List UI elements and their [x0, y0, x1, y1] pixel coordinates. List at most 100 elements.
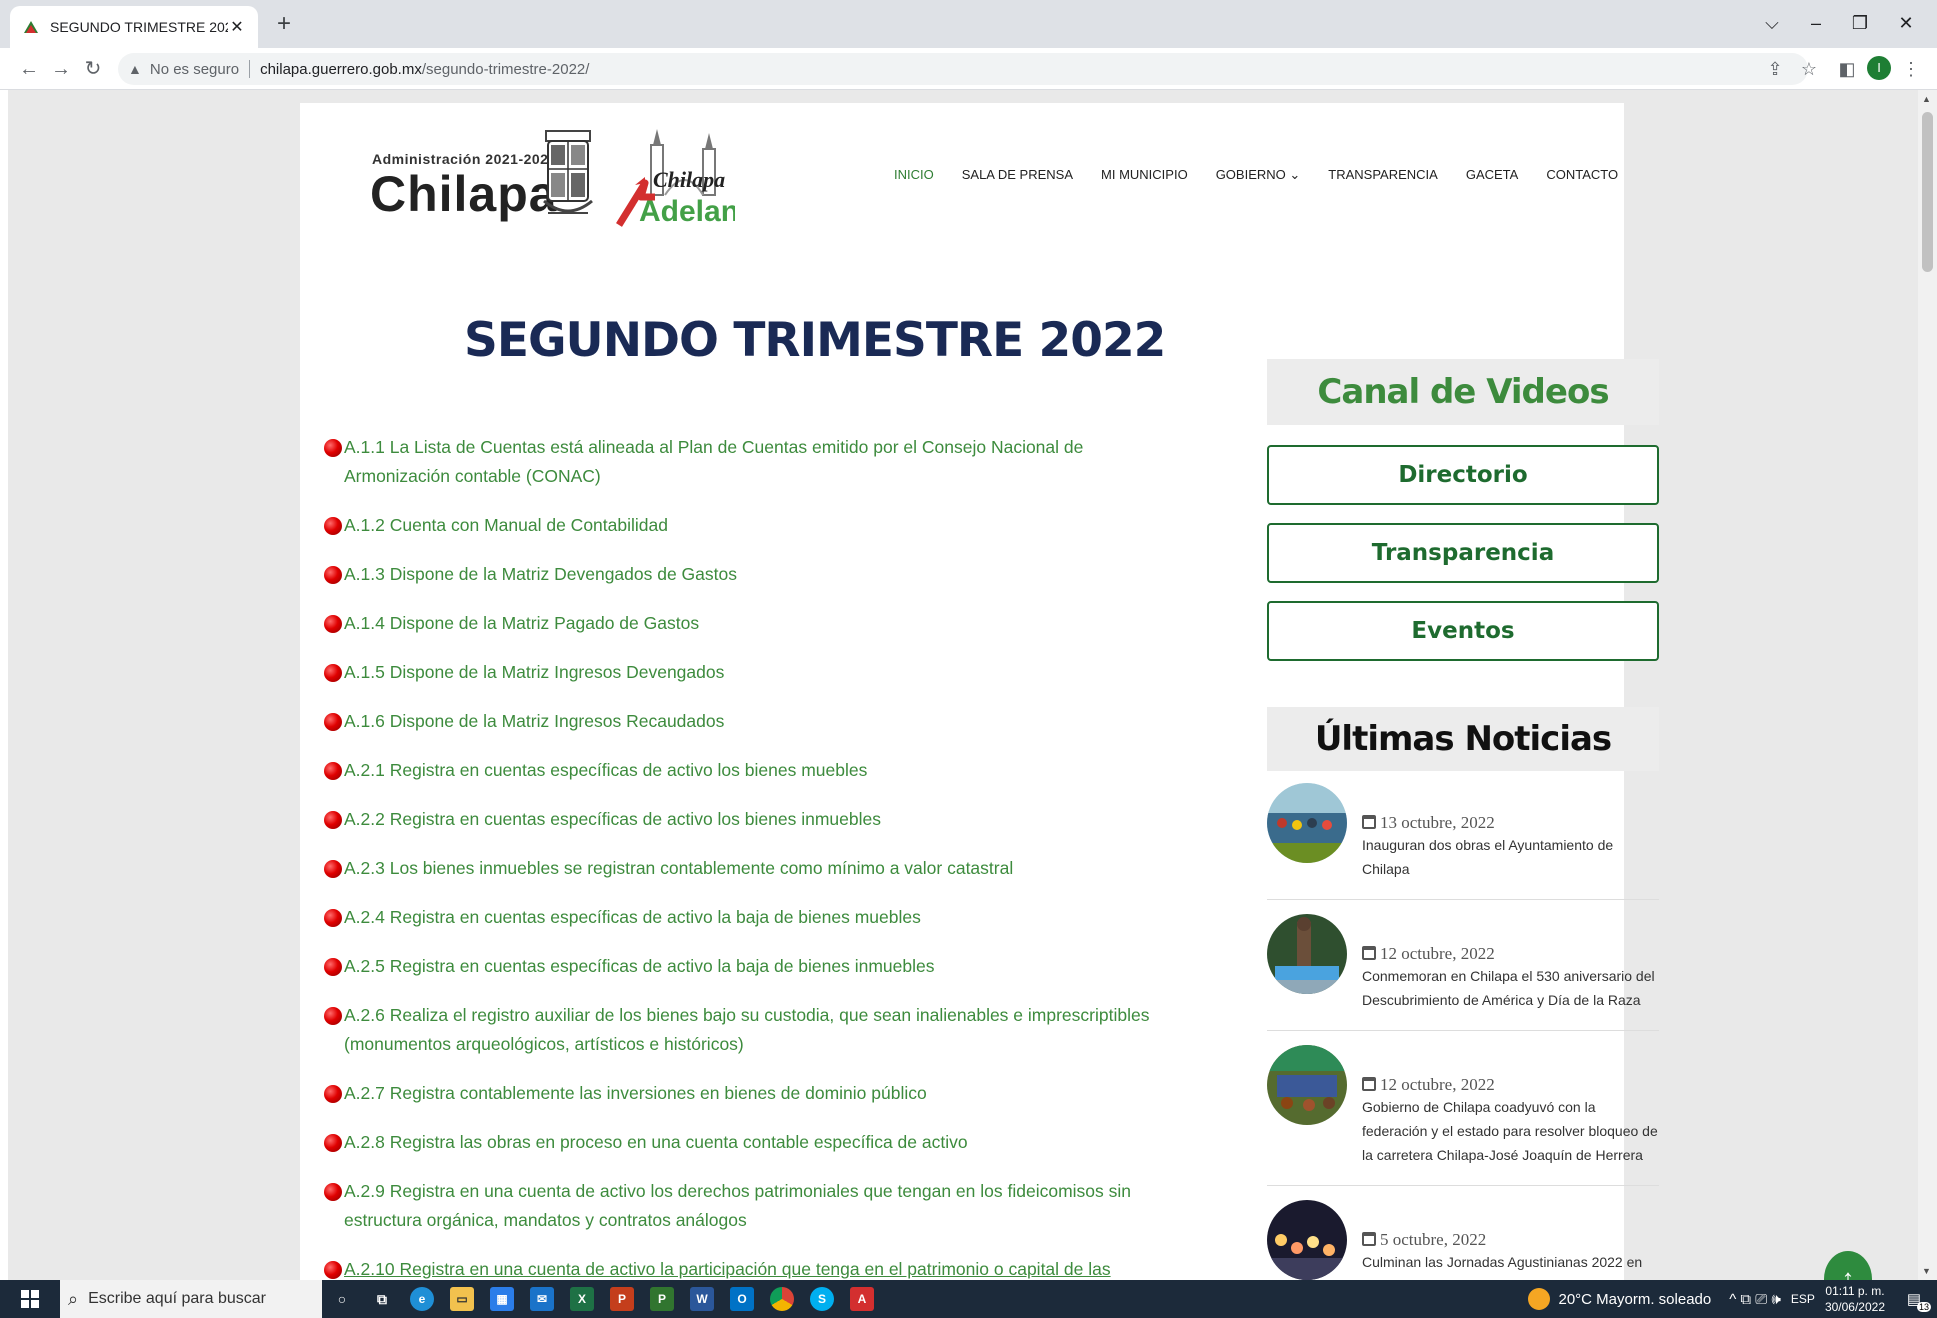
directorio-button[interactable]: Directorio: [1267, 445, 1659, 505]
document-link[interactable]: A.1.5 Dispone de la Matriz Ingresos Deve…: [324, 658, 1164, 687]
minimize-button[interactable]: –: [1796, 8, 1836, 38]
edge-icon[interactable]: e: [402, 1280, 442, 1318]
document-link-text[interactable]: A.1.4 Dispone de la Matriz Pagado de Gas…: [344, 609, 1164, 638]
document-link-text[interactable]: A.2.7 Registra contablemente las inversi…: [344, 1079, 1164, 1108]
document-link-text[interactable]: A.2.8 Registra las obras en proceso en u…: [344, 1128, 1164, 1157]
transparencia-button[interactable]: Transparencia: [1267, 523, 1659, 583]
nav-sala-de-prensa[interactable]: SALA DE PRENSA: [948, 167, 1087, 183]
news-item[interactable]: 13 octubre, 2022 Inauguran dos obras el …: [1267, 783, 1659, 900]
document-link-text[interactable]: A.2.10 Registra en una cuenta de activo …: [344, 1255, 1164, 1280]
url-path[interactable]: /segundo-trimestre-2022/: [422, 61, 590, 78]
news-item[interactable]: 12 octubre, 2022 Conmemoran en Chilapa e…: [1267, 914, 1659, 1031]
document-link[interactable]: A.2.6 Realiza el registro auxiliar de lo…: [324, 1001, 1164, 1059]
eventos-button[interactable]: Eventos: [1267, 601, 1659, 661]
document-link-text[interactable]: A.1.2 Cuenta con Manual de Contabilidad: [344, 511, 1164, 540]
new-tab-button[interactable]: +: [270, 10, 298, 38]
document-link[interactable]: A.2.1 Registra en cuentas específicas de…: [324, 756, 1164, 785]
document-link-text[interactable]: A.2.9 Registra en una cuenta de activo l…: [344, 1177, 1164, 1235]
tab-search-button[interactable]: ⌵: [1752, 8, 1792, 38]
document-link[interactable]: A.2.7 Registra contablemente las inversi…: [324, 1079, 1164, 1108]
excel-icon[interactable]: X: [562, 1280, 602, 1318]
document-link[interactable]: A.2.9 Registra en una cuenta de activo l…: [324, 1177, 1164, 1235]
profile-avatar[interactable]: I: [1867, 56, 1891, 80]
document-link-text[interactable]: A.2.3 Los bienes inmuebles se registran …: [344, 854, 1164, 883]
tab-close-icon[interactable]: ✕: [228, 17, 246, 37]
municipal-crest-icon[interactable]: [540, 129, 596, 229]
store-icon[interactable]: ▦: [482, 1280, 522, 1318]
browser-tab[interactable]: SEGUNDO TRIMESTRE 2022 | H... ✕: [10, 6, 258, 48]
back-to-top-button[interactable]: ↑: [1824, 1251, 1872, 1280]
nav-inicio[interactable]: INICIO: [880, 167, 948, 183]
document-link-text[interactable]: A.2.1 Registra en cuentas específicas de…: [344, 756, 1164, 785]
chilapa-adelante-logo[interactable]: Chilapa Adelante: [615, 125, 766, 235]
cortana-icon[interactable]: ○: [322, 1280, 362, 1318]
document-link[interactable]: A.2.3 Los bienes inmuebles se registran …: [324, 854, 1164, 883]
news-item[interactable]: 5 octubre, 2022 Culminan las Jornadas Ag…: [1267, 1200, 1659, 1280]
powerpoint-icon[interactable]: P: [602, 1280, 642, 1318]
tray-icons[interactable]: ^ ⧉ ⎚ 🕪: [1729, 1291, 1781, 1308]
logo-text[interactable]: Chilapa: [370, 165, 558, 223]
document-link-text[interactable]: A.1.3 Dispone de la Matriz Devengados de…: [344, 560, 1164, 589]
document-link-text[interactable]: A.2.2 Registra en cuentas específicas de…: [344, 805, 1164, 834]
nav-contacto[interactable]: CONTACTO: [1532, 167, 1632, 183]
news-title[interactable]: Gobierno de Chilapa coadyuvó con la fede…: [1362, 1095, 1659, 1167]
menu-dots-icon[interactable]: ⋮: [1896, 54, 1926, 84]
restore-button[interactable]: ❐: [1840, 8, 1880, 38]
bookmark-star-icon[interactable]: ☆: [1794, 54, 1824, 84]
news-thumbnail[interactable]: [1267, 914, 1347, 994]
back-button[interactable]: ←: [14, 54, 44, 84]
warning-triangle-icon[interactable]: ▲: [128, 61, 142, 77]
document-link[interactable]: A.2.2 Registra en cuentas específicas de…: [324, 805, 1164, 834]
page-scrollbar[interactable]: ▲ ▼: [1918, 90, 1937, 1280]
task-view-icon[interactable]: ⧉: [362, 1280, 402, 1318]
document-link[interactable]: A.2.5 Registra en cuentas específicas de…: [324, 952, 1164, 981]
acrobat-icon[interactable]: A: [842, 1280, 882, 1318]
window-close-button[interactable]: ✕: [1886, 8, 1926, 38]
windows-start-icon[interactable]: [0, 1280, 60, 1318]
document-link-text[interactable]: A.2.5 Registra en cuentas específicas de…: [344, 952, 1164, 981]
taskbar-search[interactable]: ⌕ Escribe aquí para buscar: [60, 1280, 322, 1318]
news-title[interactable]: Conmemoran en Chilapa el 530 aniversario…: [1362, 964, 1659, 1012]
document-link[interactable]: A.1.3 Dispone de la Matriz Devengados de…: [324, 560, 1164, 589]
document-link[interactable]: A.2.4 Registra en cuentas específicas de…: [324, 903, 1164, 932]
language-indicator[interactable]: ESP: [1791, 1292, 1815, 1306]
url-domain[interactable]: chilapa.guerrero.gob.mx: [260, 61, 422, 78]
videos-heading[interactable]: Canal de Videos: [1267, 359, 1659, 425]
document-link-text[interactable]: A.1.6 Dispone de la Matriz Ingresos Reca…: [344, 707, 1164, 736]
skype-icon[interactable]: S: [802, 1280, 842, 1318]
document-link-text[interactable]: A.2.4 Registra en cuentas específicas de…: [344, 903, 1164, 932]
taskbar-search-placeholder[interactable]: Escribe aquí para buscar: [88, 1290, 266, 1308]
news-thumbnail[interactable]: [1267, 1200, 1347, 1280]
security-label[interactable]: No es seguro: [150, 61, 239, 78]
news-title[interactable]: Inauguran dos obras el Ayuntamiento de C…: [1362, 833, 1659, 881]
news-title[interactable]: Culminan las Jornadas Agustinianas 2022 …: [1362, 1250, 1659, 1280]
news-item[interactable]: 12 octubre, 2022 Gobierno de Chilapa coa…: [1267, 1045, 1659, 1186]
weather-sun-icon[interactable]: [1528, 1288, 1551, 1310]
notification-center-icon[interactable]: ▤ 13: [1899, 1290, 1931, 1312]
word-icon[interactable]: W: [682, 1280, 722, 1318]
scrollbar-thumb[interactable]: [1922, 112, 1933, 272]
nav-transparencia[interactable]: TRANSPARENCIA: [1314, 167, 1452, 183]
document-link[interactable]: A.2.10 Registra en una cuenta de activo …: [324, 1255, 1164, 1280]
nav-gaceta[interactable]: GACETA: [1452, 167, 1533, 183]
mail-icon[interactable]: ✉: [522, 1280, 562, 1318]
project-icon[interactable]: P: [642, 1280, 682, 1318]
news-thumbnail[interactable]: [1267, 783, 1347, 863]
document-link-text[interactable]: A.1.1 La Lista de Cuentas está alineada …: [344, 433, 1164, 491]
document-link[interactable]: A.1.4 Dispone de la Matriz Pagado de Gas…: [324, 609, 1164, 638]
document-link-text[interactable]: A.2.6 Realiza el registro auxiliar de lo…: [344, 1001, 1164, 1059]
news-thumbnail[interactable]: [1267, 1045, 1347, 1125]
nav-mi-municipio[interactable]: MI MUNICIPIO: [1087, 167, 1202, 183]
forward-button[interactable]: →: [46, 54, 76, 84]
file-explorer-icon[interactable]: ▭: [442, 1280, 482, 1318]
share-icon[interactable]: ⇪: [1760, 54, 1790, 84]
document-link-text[interactable]: A.1.5 Dispone de la Matriz Ingresos Deve…: [344, 658, 1164, 687]
address-bar[interactable]: ▲ No es seguro chilapa.guerrero.gob.mx/s…: [118, 53, 1808, 85]
side-panel-icon[interactable]: ◧: [1832, 54, 1862, 84]
document-link[interactable]: A.1.2 Cuenta con Manual de Contabilidad: [324, 511, 1164, 540]
clock[interactable]: 01:11 p. m. 30/06/2022: [1825, 1283, 1885, 1315]
document-link[interactable]: A.1.1 La Lista de Cuentas está alineada …: [324, 433, 1164, 491]
chrome-icon[interactable]: [762, 1280, 802, 1318]
scroll-up-arrow-icon[interactable]: ▲: [1922, 94, 1931, 104]
weather-text[interactable]: 20°C Mayorm. soleado: [1558, 1291, 1711, 1308]
